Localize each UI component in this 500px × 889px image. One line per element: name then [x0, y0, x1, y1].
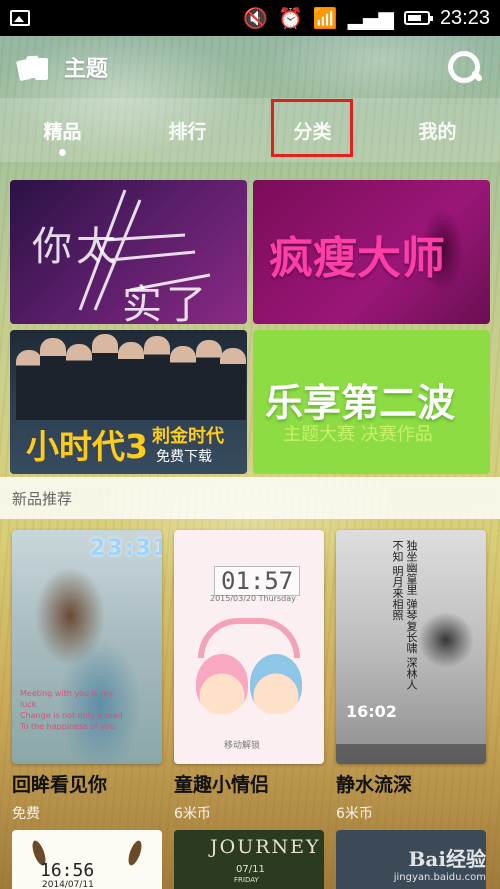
theme-card[interactable]: 23:31 Meeting with you is my luck Change… — [12, 530, 162, 823]
section-title: 新品推荐 — [12, 489, 73, 508]
theme-thumbnail: 01:57 2015/03/20 Thursday 移动解锁 — [174, 530, 324, 764]
theme-title: 童趣小情侣 — [174, 774, 270, 796]
thumb-unlock-text: 移动解锁 — [224, 741, 261, 751]
thumb-clock: 16:56 — [40, 860, 95, 881]
banner-text: 你太 实了 — [32, 224, 210, 324]
ink-painting-graphic — [406, 590, 486, 700]
mute-icon: 🔇 — [243, 6, 268, 30]
wifi-icon: 📶 — [312, 6, 338, 30]
theme-price: 6米币 — [336, 806, 373, 822]
theme-title: 回眸看见你 — [12, 774, 108, 796]
banner-too-real[interactable]: 你太 实了 — [10, 180, 247, 324]
banner-subtitle: 刺金时代 — [152, 426, 224, 447]
theme-thumbnail: 独坐幽篁里 弹琴复长啸 深林人不知 明月来相照 16:02 — [336, 530, 486, 764]
thumb-poem: 独坐幽篁里 弹琴复长啸 深林人不知 明月来相照 — [391, 540, 418, 690]
banner-title: 小时代3 — [26, 427, 148, 466]
section-header-new: 新品推荐 — [0, 477, 500, 519]
banner-cta: 免费下载 — [156, 449, 212, 465]
tab-mine[interactable]: 我的 — [375, 98, 500, 162]
theme-title: 静水流深 — [336, 774, 413, 796]
banner-crazy-slim[interactable]: 疯瘦大师 — [253, 180, 490, 324]
search-icon[interactable] — [446, 49, 482, 85]
theme-price: 6米币 — [174, 806, 211, 822]
thumb-title: JOURNEY — [210, 836, 321, 858]
banner-text: 疯瘦大师 — [269, 233, 445, 284]
app-bar: 主题 — [0, 36, 500, 98]
thumb-clock: 23:31 — [90, 536, 162, 561]
thumb-caption: Meeting with you is my luck Change is no… — [20, 689, 123, 731]
bunny-ear-graphic — [125, 839, 145, 867]
status-time: 23:23 — [439, 6, 490, 29]
thumb-date: 2015/03/20 Thursday — [210, 594, 296, 603]
battery-level — [407, 15, 422, 21]
banner-subtitle: 主题大赛 决赛作品 — [283, 424, 433, 445]
tab-label: 排行 — [168, 120, 207, 143]
thumb-clock: 01:57 — [214, 566, 301, 596]
cast-photo — [10, 330, 247, 420]
thumb-clock: 16:02 — [346, 702, 397, 721]
thumb-date: 2014/07/11 — [42, 880, 94, 889]
love-arch-graphic — [198, 618, 300, 658]
signal-icon: ▂▄▆ — [347, 6, 394, 30]
tab-featured[interactable]: 精品 — [0, 98, 125, 162]
image-icon — [10, 10, 30, 26]
thumb-day: FRIDAY — [234, 876, 259, 884]
tab-label: 我的 — [418, 120, 457, 143]
status-bar: 🔇 ⏰ 📶 ▂▄▆ 23:23 — [0, 0, 500, 36]
tab-ranking[interactable]: 排行 — [125, 98, 250, 162]
theme-card[interactable]: JOURNEY 07/11 FRIDAY — [174, 830, 324, 889]
tab-label: 精品 — [43, 120, 82, 143]
theme-card[interactable]: 16:56 2014/07/11 — [12, 830, 162, 889]
thumb-dock — [336, 744, 486, 764]
girl-doll-graphic — [196, 654, 248, 714]
theme-card[interactable]: 01:57 2015/03/20 Thursday 移动解锁 童趣小情侣 6米币 — [174, 530, 324, 823]
theme-price: 免费 — [12, 806, 40, 822]
page-title: 主题 — [64, 57, 109, 82]
boy-doll-graphic — [250, 654, 302, 714]
thumb-date: 07/11 — [236, 864, 265, 875]
theme-thumbnail: 23:31 Meeting with you is my luck Change… — [12, 530, 162, 764]
category-highlight-box — [271, 99, 353, 157]
baidu-watermark: Bai经验 jingyan.baidu.com — [393, 847, 486, 883]
active-tab-indicator — [59, 149, 66, 156]
banner-enjoy-second-wave[interactable]: 乐享第二波 主题大赛 决赛作品 — [253, 330, 490, 474]
theme-card[interactable]: 独坐幽篁里 弹琴复长啸 深林人不知 明月来相照 16:02 静水流深 6米币 — [336, 530, 486, 823]
banner-tiny-times[interactable]: 小时代3 刺金时代 免费下载 — [10, 330, 247, 474]
girl-illustration — [30, 556, 140, 764]
theme-logo-icon — [16, 54, 48, 82]
alarm-icon: ⏰ — [277, 6, 303, 30]
tab-bar: 精品 排行 分类 我的 — [0, 98, 500, 162]
banner-text: 乐享第二波 — [265, 381, 456, 425]
battery-icon — [403, 11, 433, 25]
